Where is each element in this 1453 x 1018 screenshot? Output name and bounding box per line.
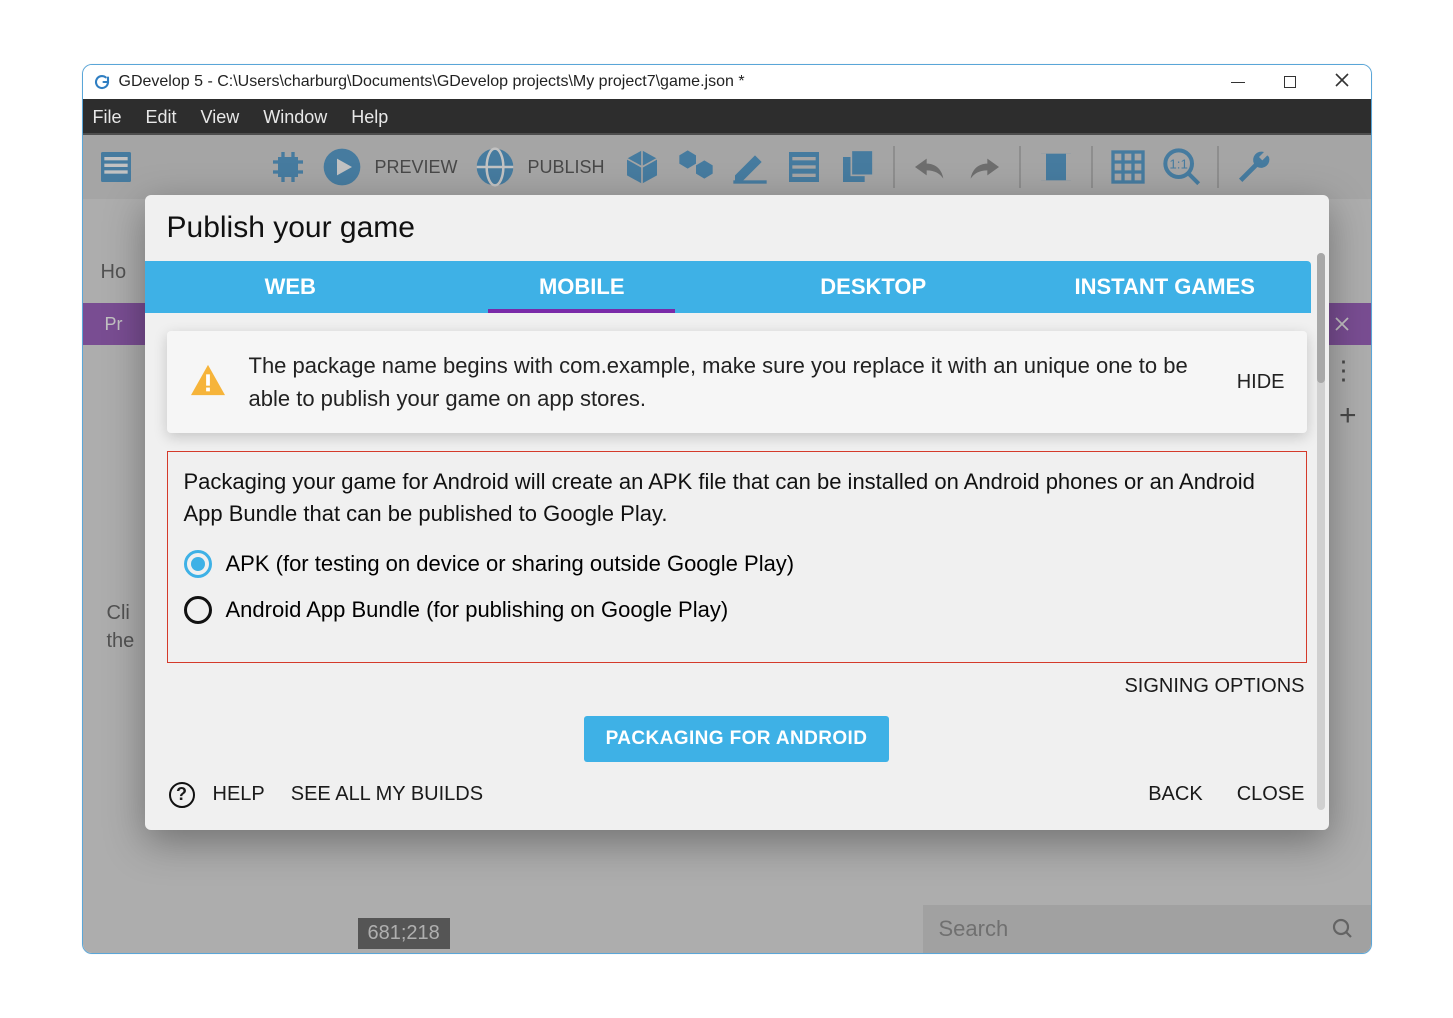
tab-web[interactable]: WEB [145, 261, 437, 313]
app-window: GDevelop 5 - C:\Users\charburg\Documents… [82, 64, 1372, 954]
modal-scrollbar[interactable] [1317, 253, 1325, 810]
menu-file[interactable]: File [93, 107, 122, 128]
radio-apk-label: APK (for testing on device or sharing ou… [226, 551, 795, 577]
radio-aab[interactable]: Android App Bundle (for publishing on Go… [184, 596, 1290, 624]
modal-footer: ? HELP SEE ALL MY BUILDS BACK CLOSE [145, 782, 1329, 814]
minimize-button[interactable] [1229, 73, 1247, 91]
radio-apk[interactable]: APK (for testing on device or sharing ou… [184, 550, 1290, 578]
menu-view[interactable]: View [201, 107, 240, 128]
tab-mobile[interactable]: MOBILE [436, 261, 728, 313]
signing-options-link[interactable]: SIGNING OPTIONS [145, 675, 1305, 698]
menu-edit[interactable]: Edit [146, 107, 177, 128]
radio-aab-label: Android App Bundle (for publishing on Go… [226, 597, 729, 623]
close-modal-button[interactable]: CLOSE [1237, 783, 1305, 806]
package-button[interactable]: PACKAGING FOR ANDROID [584, 716, 890, 762]
packaging-description: Packaging your game for Android will cre… [184, 466, 1290, 530]
window-title: GDevelop 5 - C:\Users\charburg\Documents… [119, 73, 1229, 91]
menubar: File Edit View Window Help [83, 99, 1371, 135]
back-button[interactable]: BACK [1148, 783, 1202, 806]
warning-text: The package name begins with com.example… [249, 349, 1215, 415]
publish-modal: Publish your game WEB MOBILE DESKTOP INS… [145, 195, 1329, 830]
see-builds-link[interactable]: SEE ALL MY BUILDS [291, 783, 483, 806]
hide-button[interactable]: HIDE [1237, 371, 1285, 394]
help-link[interactable]: HELP [213, 783, 265, 806]
modal-title: Publish your game [145, 195, 1329, 261]
warning-icon [189, 363, 227, 402]
help-icon[interactable]: ? [169, 782, 195, 808]
menu-help[interactable]: Help [351, 107, 388, 128]
packaging-options: Packaging your game for Android will cre… [167, 451, 1307, 663]
app-icon [93, 73, 111, 91]
tab-instant-games[interactable]: INSTANT GAMES [1019, 261, 1311, 313]
radio-icon [184, 550, 212, 578]
warning-banner: The package name begins with com.example… [167, 331, 1307, 433]
titlebar: GDevelop 5 - C:\Users\charburg\Documents… [83, 65, 1371, 99]
scrollbar-thumb[interactable] [1317, 253, 1325, 383]
publish-tabs: WEB MOBILE DESKTOP INSTANT GAMES [145, 261, 1311, 313]
tab-desktop[interactable]: DESKTOP [728, 261, 1020, 313]
radio-icon [184, 596, 212, 624]
close-button[interactable] [1333, 73, 1351, 91]
menu-window[interactable]: Window [263, 107, 327, 128]
maximize-button[interactable] [1281, 73, 1299, 91]
